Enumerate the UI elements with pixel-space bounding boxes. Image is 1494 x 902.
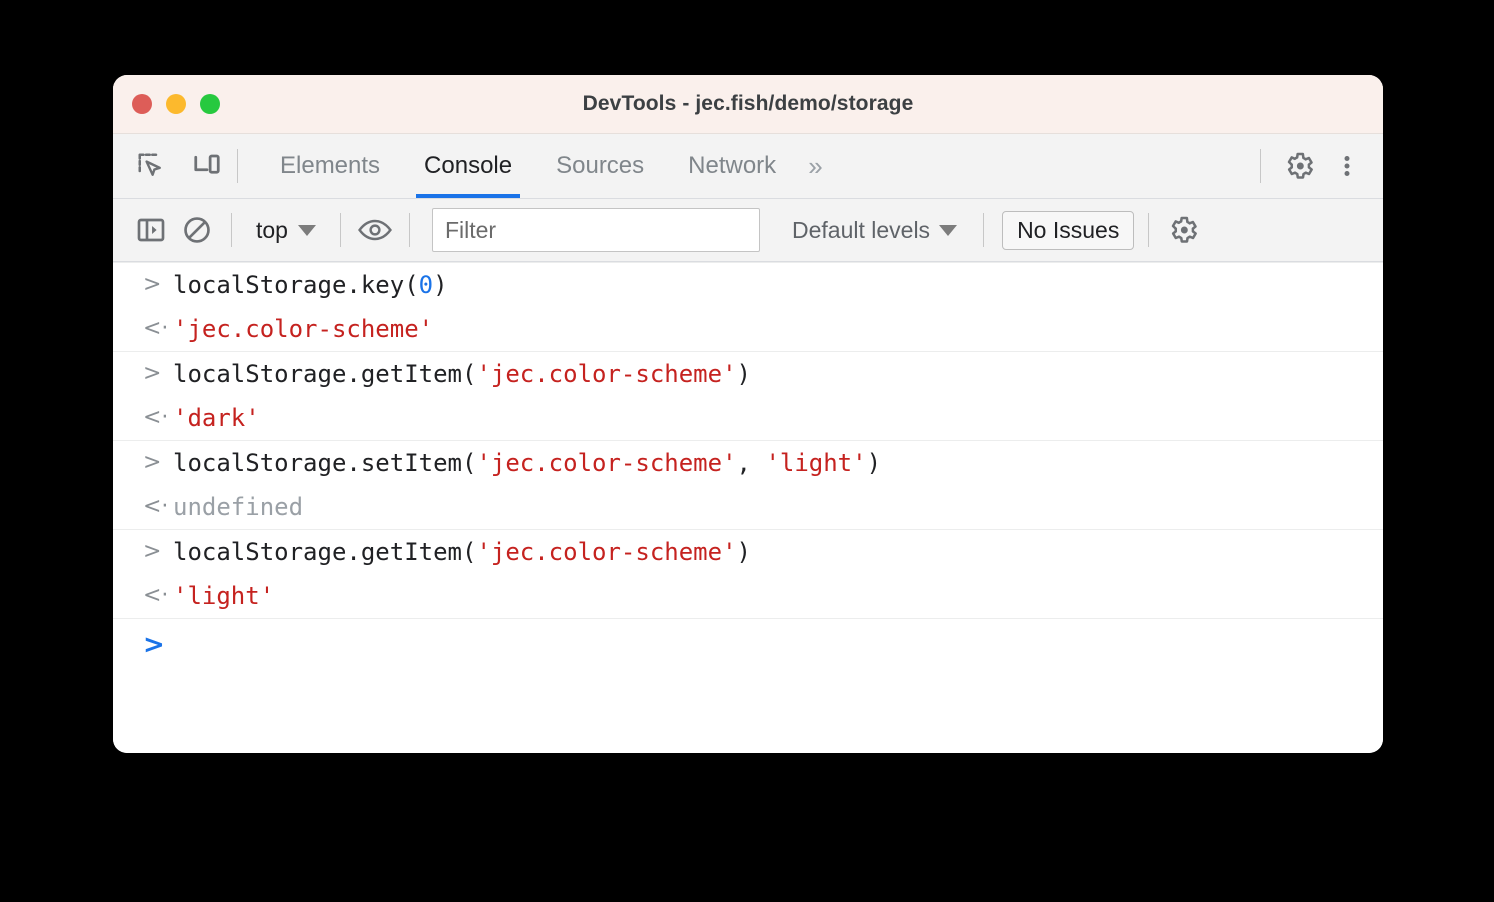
issues-button[interactable]: No Issues: [1002, 211, 1134, 250]
toolbar-divider-3: [409, 213, 410, 247]
input-marker-icon: >: [143, 447, 173, 479]
more-options-icon[interactable]: [1327, 146, 1367, 186]
console-settings-gear-icon[interactable]: [1163, 210, 1203, 250]
toolbar-divider-2: [340, 213, 341, 247]
panel-tabs: Elements Console Sources Network »: [258, 134, 833, 198]
console-input-line[interactable]: > localStorage.getItem('jec.color-scheme…: [113, 352, 1383, 396]
console-toolbar: top Filter Default levels No Issues: [113, 199, 1383, 262]
filter-input[interactable]: Filter: [432, 208, 760, 252]
devtools-tabbar: Elements Console Sources Network »: [113, 134, 1383, 199]
tab-sources-label: Sources: [556, 152, 644, 180]
devtools-window: DevTools - jec.fish/demo/storage: [113, 75, 1383, 753]
console-input-text: localStorage.getItem('jec.color-scheme'): [173, 536, 751, 568]
toolbar-divider-1: [231, 213, 232, 247]
screenshot-root: DevTools - jec.fish/demo/storage: [0, 0, 1494, 902]
console-output-line: <· undefined: [113, 485, 1383, 529]
tab-elements[interactable]: Elements: [258, 134, 402, 198]
console-output-text: undefined: [173, 491, 303, 523]
input-marker-icon: >: [143, 536, 173, 568]
log-levels-value: Default levels: [792, 217, 930, 244]
console-input-text: localStorage.key(0): [173, 269, 448, 301]
console-input-line[interactable]: > localStorage.setItem('jec.color-scheme…: [113, 441, 1383, 485]
window-titlebar: DevTools - jec.fish/demo/storage: [113, 75, 1383, 134]
console-output-text: 'jec.color-scheme': [173, 313, 433, 345]
prompt-marker-icon: >: [143, 629, 173, 661]
log-levels-select[interactable]: Default levels: [780, 217, 969, 244]
chevron-down-icon: [939, 225, 957, 236]
settings-gear-icon[interactable]: [1279, 146, 1319, 186]
console-output-line: <· 'jec.color-scheme': [113, 307, 1383, 351]
console-output-line: <· 'dark': [113, 396, 1383, 440]
toolbar-divider-5: [1148, 213, 1149, 247]
console-group: > localStorage.key(0) <· 'jec.color-sche…: [113, 262, 1383, 352]
tabbar-divider: [237, 149, 238, 183]
inspect-element-icon[interactable]: [131, 146, 171, 186]
close-window-button[interactable]: [132, 94, 152, 114]
traffic-lights: [132, 94, 220, 114]
toolbar-divider-4: [983, 213, 984, 247]
console-prompt[interactable]: >: [113, 619, 1383, 667]
more-tabs-chevron-icon[interactable]: »: [798, 134, 832, 198]
tab-sources[interactable]: Sources: [534, 134, 666, 198]
input-marker-icon: >: [143, 269, 173, 301]
filter-placeholder: Filter: [445, 217, 496, 244]
console-input-line[interactable]: > localStorage.key(0): [113, 263, 1383, 307]
tab-network[interactable]: Network: [666, 134, 798, 198]
tab-elements-label: Elements: [280, 152, 380, 180]
tabbar-right-divider: [1260, 149, 1261, 183]
tab-console-label: Console: [424, 152, 512, 180]
live-expressions-eye-icon[interactable]: [355, 210, 395, 250]
output-marker-icon: <·: [143, 313, 173, 345]
console-group: > localStorage.setItem('jec.color-scheme…: [113, 441, 1383, 530]
tab-console[interactable]: Console: [402, 134, 534, 198]
console-input-line[interactable]: > localStorage.getItem('jec.color-scheme…: [113, 530, 1383, 574]
output-marker-icon: <·: [143, 580, 173, 612]
issues-label: No Issues: [1017, 217, 1119, 243]
console-output-line: <· 'light': [113, 574, 1383, 618]
execution-context-value: top: [256, 217, 288, 244]
output-marker-icon: <·: [143, 402, 173, 434]
console-output-text: 'dark': [173, 402, 260, 434]
more-tabs-label: »: [808, 151, 822, 182]
console-message-list[interactable]: > localStorage.key(0) <· 'jec.color-sche…: [113, 262, 1383, 753]
window-title: DevTools - jec.fish/demo/storage: [583, 92, 914, 116]
device-toolbar-icon[interactable]: [187, 146, 227, 186]
clear-console-icon[interactable]: [177, 210, 217, 250]
tabbar-right-icons: [1250, 134, 1383, 198]
tabbar-left-icons: [113, 134, 227, 198]
execution-context-select[interactable]: top: [246, 217, 326, 244]
console-group: > localStorage.getItem('jec.color-scheme…: [113, 352, 1383, 441]
minimize-window-button[interactable]: [166, 94, 186, 114]
input-marker-icon: >: [143, 358, 173, 390]
chevron-down-icon: [298, 225, 316, 236]
console-input-text: localStorage.getItem('jec.color-scheme'): [173, 358, 751, 390]
tab-network-label: Network: [688, 152, 776, 180]
output-marker-icon: <·: [143, 491, 173, 523]
console-output-text: 'light': [173, 580, 274, 612]
sidebar-toggle-icon[interactable]: [131, 210, 171, 250]
console-group: > localStorage.getItem('jec.color-scheme…: [113, 530, 1383, 619]
console-input-text: localStorage.setItem('jec.color-scheme',…: [173, 447, 881, 479]
maximize-window-button[interactable]: [200, 94, 220, 114]
